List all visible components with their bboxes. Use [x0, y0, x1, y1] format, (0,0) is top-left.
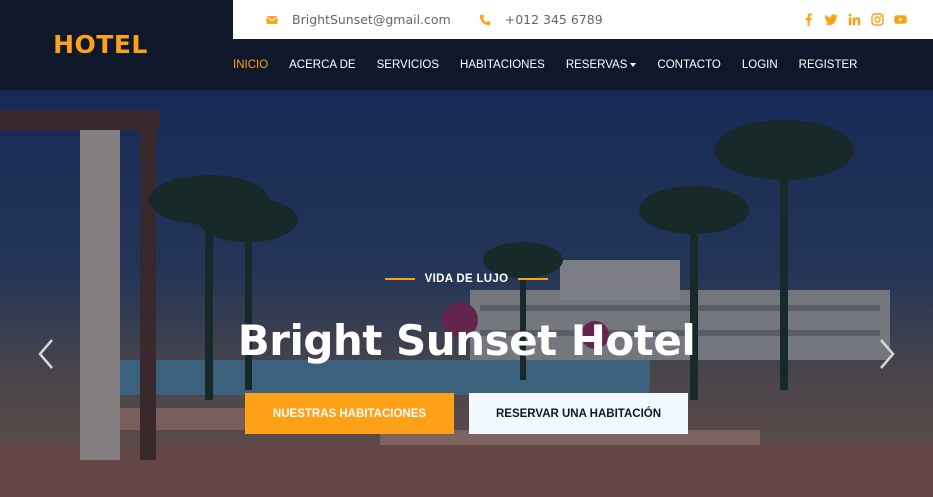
envelope-icon [266, 15, 278, 24]
contact-email: BrightSunset@gmail.com [266, 12, 451, 27]
nav-item-habitaciones[interactable]: HABITACIONES [460, 59, 545, 71]
main-nav: INICIO ACERCA DE SERVICIOS HABITACIONES … [233, 39, 933, 90]
caret-down-icon [630, 62, 637, 67]
linkedin-icon[interactable] [848, 13, 861, 26]
nav-item-reservas-label: RESERVAS [565, 58, 628, 71]
phone-icon [479, 14, 490, 25]
youtube-icon[interactable] [894, 13, 907, 26]
contact-phone-text: +012 345 6789 [504, 12, 603, 27]
brand-name[interactable]: HOTEL [53, 30, 148, 59]
hero-content: VIDA DE LUJO Bright Sunset Hotel NUESTRA… [0, 90, 933, 497]
hero-subtitle: VIDA DE LUJO [424, 273, 509, 285]
contact-phone: +012 345 6789 [479, 12, 603, 27]
book-room-button[interactable]: RESERVAR UNA HABITACIÓN [469, 393, 688, 434]
instagram-icon[interactable] [871, 13, 884, 26]
hero-carousel: VIDA DE LUJO Bright Sunset Hotel NUESTRA… [0, 90, 933, 497]
nav-item-acerca-de[interactable]: ACERCA DE [289, 59, 355, 71]
subtitle-line-right [518, 278, 549, 280]
facebook-icon[interactable] [802, 13, 815, 26]
brand-logo-area[interactable]: HOTEL [0, 0, 233, 90]
nav-item-register[interactable]: REGISTER [799, 59, 858, 71]
top-contact-bar: BrightSunset@gmail.com +012 345 6789 [233, 0, 933, 39]
nav-item-login[interactable]: LOGIN [742, 59, 778, 71]
our-rooms-button[interactable]: NUESTRAS HABITACIONES [245, 393, 454, 434]
nav-item-contacto[interactable]: CONTACTO [657, 59, 720, 71]
nav-item-reservas[interactable]: RESERVAS [566, 59, 637, 71]
social-links [802, 13, 907, 26]
subtitle-line-left [384, 278, 415, 280]
hero-subtitle-row: VIDA DE LUJO [0, 273, 933, 285]
twitter-icon[interactable] [825, 13, 838, 26]
contact-email-text: BrightSunset@gmail.com [292, 12, 451, 27]
nav-item-inicio[interactable]: INICIO [233, 59, 268, 71]
chevron-left-icon[interactable] [36, 337, 56, 371]
nav-item-servicios[interactable]: SERVICIOS [377, 59, 439, 71]
chevron-right-icon[interactable] [877, 337, 897, 371]
hero-title: Bright Sunset Hotel [237, 316, 696, 365]
